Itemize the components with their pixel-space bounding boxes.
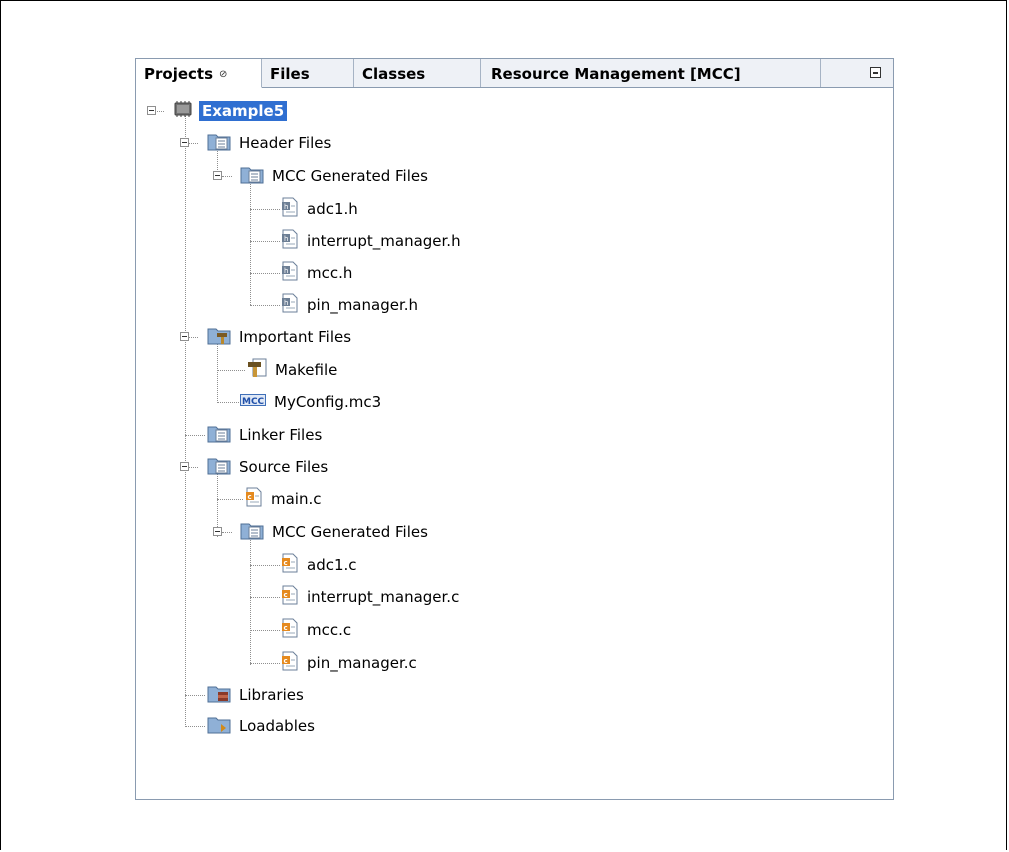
tree-node-file[interactable]: h pin_manager.h [281, 293, 420, 317]
tree-node-file[interactable]: c mcc.c [281, 618, 353, 642]
svg-text:h: h [284, 203, 288, 211]
file-label: MyConfig.mc3 [274, 393, 382, 411]
tree-node-file[interactable]: c interrupt_manager.c [281, 585, 461, 609]
tree-node-libraries[interactable]: Libraries [207, 684, 306, 706]
projects-panel: Projects ⊘ Files Classes Resource Managem… [135, 58, 894, 800]
tree-node-file[interactable]: MCC MyConfig.mc3 [240, 391, 383, 413]
tree-node-file[interactable]: c pin_manager.c [281, 651, 419, 675]
svg-text:h: h [284, 235, 288, 243]
header-file-icon: h [281, 229, 299, 253]
file-label: pin_manager.c [307, 654, 417, 672]
collapse-toggle-header-files[interactable] [180, 138, 189, 147]
tree-node-file[interactable]: c adc1.c [281, 553, 359, 577]
folder-label: MCC Generated Files [272, 167, 428, 185]
folder-icon [240, 520, 264, 544]
c-file-icon: c [281, 585, 299, 609]
file-label: interrupt_manager.c [307, 588, 460, 606]
tree-node-file[interactable]: c main.c [245, 487, 324, 511]
mcc-badge-text: MCC [242, 397, 265, 407]
chip-icon [173, 100, 193, 122]
folder-icon [207, 423, 231, 447]
svg-text:c: c [248, 493, 252, 501]
c-file-icon: c [281, 651, 299, 675]
header-file-icon: h [281, 261, 299, 285]
file-label: pin_manager.h [307, 296, 419, 314]
folder-label: Linker Files [239, 426, 323, 444]
collapse-toggle-important-files[interactable] [180, 332, 189, 341]
folder-label: Source Files [239, 458, 329, 476]
folder-icon [207, 131, 231, 155]
tree-node-important-files[interactable]: Important Files [207, 326, 353, 348]
folder-label: Loadables [239, 717, 315, 735]
tree-node-header-mcc[interactable]: MCC Generated Files [240, 165, 430, 187]
file-label: mcc.h [307, 264, 353, 282]
svg-text:c: c [284, 657, 288, 665]
collapse-toggle-root[interactable] [147, 106, 156, 115]
file-label: adc1.c [307, 556, 357, 574]
project-name: Example5 [199, 101, 288, 121]
collapse-toggle-source-files[interactable] [180, 462, 189, 471]
project-tree: Example5 Header Files MCC Generated File… [136, 59, 893, 799]
svg-text:c: c [284, 559, 288, 567]
folder-icon [207, 714, 231, 738]
svg-text:h: h [284, 267, 288, 275]
tree-node-file[interactable]: h interrupt_manager.h [281, 229, 463, 253]
tree-node-linker-files[interactable]: Linker Files [207, 424, 324, 446]
file-label: Makefile [275, 361, 338, 379]
file-label: mcc.c [307, 621, 352, 639]
makefile-icon [247, 358, 267, 382]
mcc-config-icon: MCC [240, 393, 266, 411]
collapse-toggle-header-mcc[interactable] [213, 171, 222, 180]
tree-node-file[interactable]: h adc1.h [281, 197, 360, 221]
c-file-icon: c [281, 618, 299, 642]
tree-node-loadables[interactable]: Loadables [207, 715, 317, 737]
file-label: main.c [271, 490, 322, 508]
svg-text:c: c [284, 624, 288, 632]
svg-text:c: c [284, 591, 288, 599]
collapse-toggle-source-mcc[interactable] [213, 527, 222, 536]
folder-label: MCC Generated Files [272, 523, 428, 541]
tree-node-file[interactable]: Makefile [247, 358, 339, 382]
tree-node-header-files[interactable]: Header Files [207, 132, 333, 154]
folder-label: Header Files [239, 134, 332, 152]
folder-icon [207, 683, 231, 707]
c-file-icon: c [245, 487, 263, 511]
folder-icon [207, 325, 231, 349]
tree-node-file[interactable]: h mcc.h [281, 261, 354, 285]
header-file-icon: h [281, 293, 299, 317]
svg-text:h: h [284, 299, 288, 307]
file-label: adc1.h [307, 200, 358, 218]
folder-label: Libraries [239, 686, 304, 704]
tree-node-source-mcc[interactable]: MCC Generated Files [240, 521, 430, 543]
header-file-icon: h [281, 197, 299, 221]
file-label: interrupt_manager.h [307, 232, 461, 250]
tree-node-root[interactable]: Example5 [173, 100, 288, 122]
folder-icon [207, 455, 231, 479]
folder-label: Important Files [239, 328, 352, 346]
folder-icon [240, 164, 264, 188]
tree-node-source-files[interactable]: Source Files [207, 456, 330, 478]
c-file-icon: c [281, 553, 299, 577]
